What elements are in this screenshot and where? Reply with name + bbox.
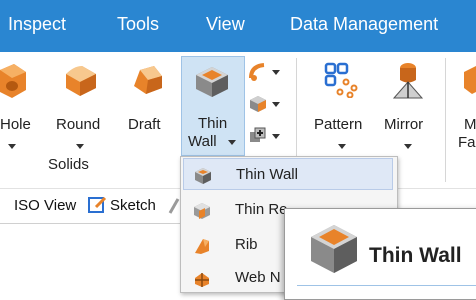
- solids-group-label: Solids: [48, 156, 89, 173]
- menu-inspect[interactable]: Inspect: [8, 14, 66, 35]
- shell-small-button[interactable]: [248, 62, 282, 86]
- thin-wall-dropdown-arrow: [228, 140, 236, 145]
- pattern-dropdown-arrow: [338, 144, 346, 149]
- shell-icon: [248, 62, 268, 86]
- draft-icon: [132, 64, 164, 100]
- draft-label: Draft: [128, 116, 161, 133]
- thin-wall-label-line2: Wall: [188, 133, 217, 150]
- hole-label: Hole: [0, 116, 31, 133]
- mirror-button[interactable]: Mirror: [378, 52, 438, 152]
- iso-view-button[interactable]: ISO View: [14, 197, 76, 214]
- move-face-button[interactable]: M Fa: [452, 52, 476, 152]
- menu-view[interactable]: View: [206, 14, 245, 35]
- shell-dropdown-arrow: [272, 70, 280, 75]
- tool-icon: [168, 195, 180, 219]
- sketch-icon: [88, 195, 108, 219]
- offset-dropdown-arrow: [272, 102, 280, 107]
- dropdown-item-thin-wall[interactable]: Thin Wall: [183, 158, 393, 190]
- thin-wall-tooltip: Thin Wall: [284, 208, 476, 300]
- thin-wall-label-line1: Thin: [198, 115, 228, 132]
- offset-icon: [248, 94, 268, 118]
- round-icon: [64, 62, 98, 102]
- hole-button[interactable]: Hole: [0, 52, 34, 152]
- menu-bar: Inspect Tools View Data Management: [0, 0, 476, 52]
- boolean-small-button[interactable]: [248, 126, 282, 150]
- dropdown-item-label: Rib: [235, 236, 258, 253]
- web-network-icon: [193, 270, 211, 288]
- hole-icon: [0, 64, 26, 102]
- thin-wall-tooltip-icon: [309, 223, 359, 280]
- menu-data-management[interactable]: Data Management: [290, 14, 438, 35]
- dropdown-item-label: Web N: [235, 269, 281, 286]
- move-face-icon: [464, 66, 476, 98]
- thin-region-icon: [193, 202, 211, 220]
- thin-wall-button[interactable]: Thin Wall: [181, 56, 245, 156]
- hole-dropdown-arrow: [8, 144, 16, 149]
- mirror-icon: [390, 60, 426, 104]
- thin-wall-icon: [194, 65, 230, 103]
- mirror-dropdown-arrow: [404, 144, 412, 149]
- round-label: Round: [56, 116, 101, 133]
- ribbon-separator-2: [445, 58, 446, 182]
- rib-icon: [193, 237, 211, 255]
- move-face-label-line1: M: [464, 116, 476, 133]
- boolean-icon: [248, 126, 268, 150]
- dropdown-item-label: Thin Wall: [236, 166, 298, 183]
- round-button[interactable]: Round: [52, 52, 110, 152]
- pattern-label: Pattern: [314, 116, 363, 133]
- pattern-icon: [324, 62, 358, 102]
- draft-button[interactable]: Draft: [124, 52, 172, 152]
- round-dropdown-arrow: [76, 144, 84, 149]
- move-face-label-line2: Fa: [458, 134, 476, 151]
- menu-tools[interactable]: Tools: [117, 14, 159, 35]
- offset-small-button[interactable]: [248, 94, 282, 118]
- pattern-button[interactable]: Pattern: [310, 52, 372, 152]
- tooltip-title: Thin Wall: [369, 244, 462, 267]
- sketch-button[interactable]: Sketch: [110, 197, 156, 214]
- dropdown-item-label: Thin Re: [235, 201, 288, 218]
- boolean-dropdown-arrow: [272, 134, 280, 139]
- mirror-label: Mirror: [384, 116, 424, 133]
- thin-wall-icon: [194, 167, 212, 185]
- tooltip-divider: [297, 285, 476, 286]
